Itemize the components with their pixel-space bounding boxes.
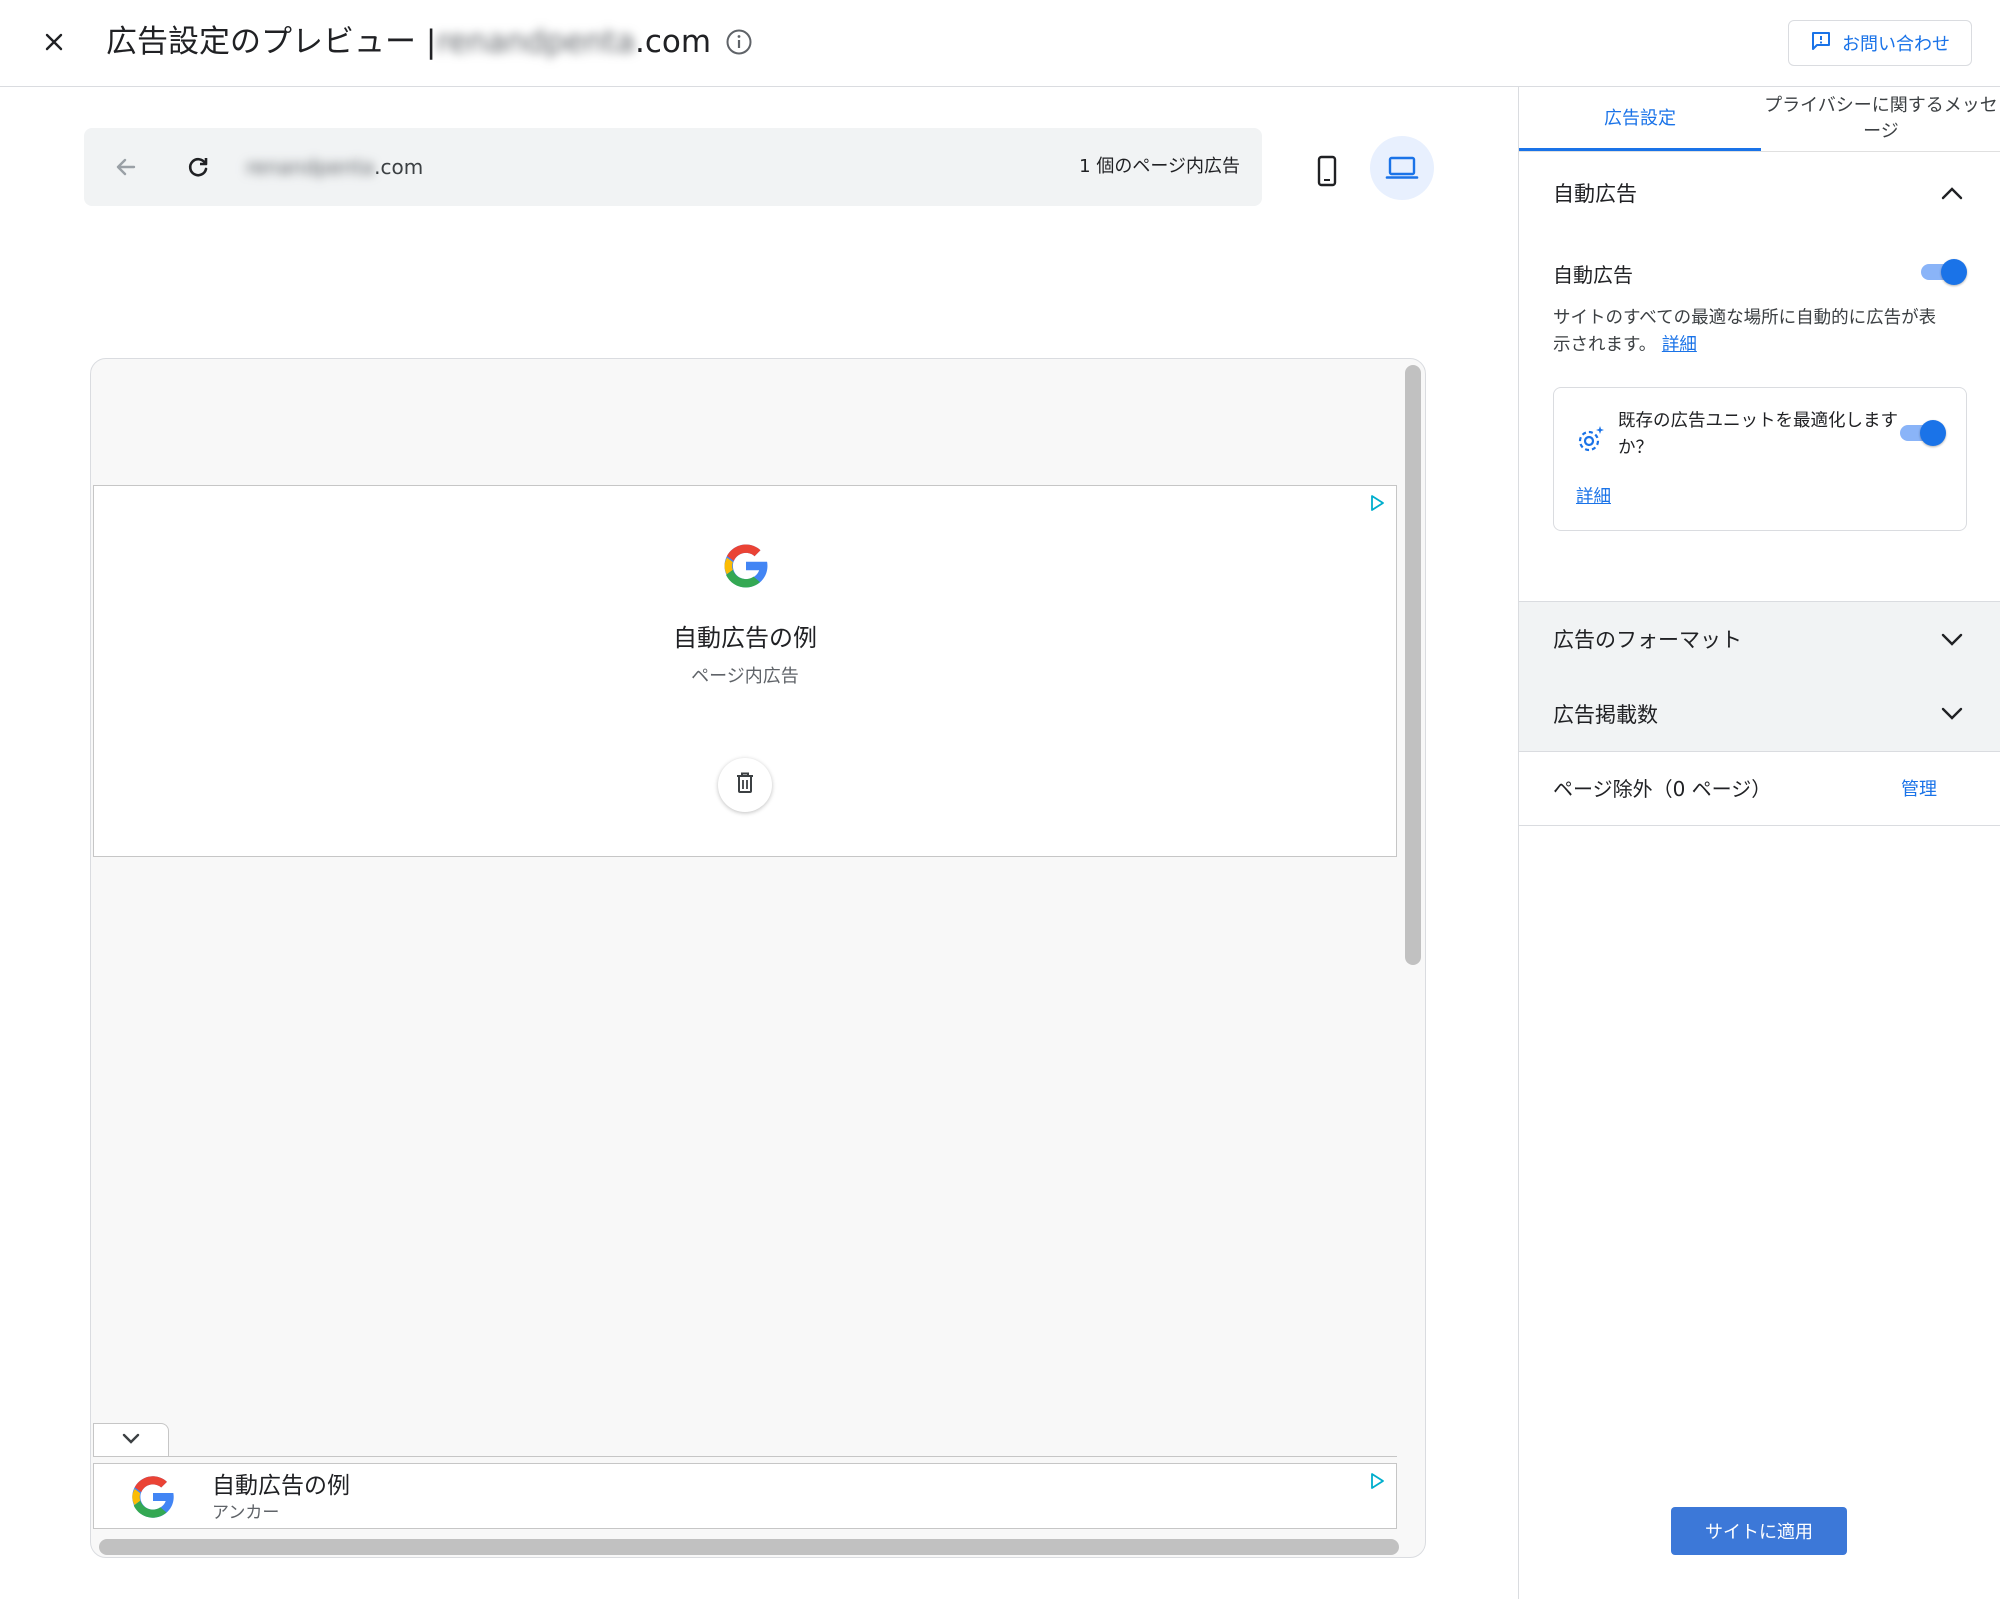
ad-count: 1 個のページ内広告 bbox=[1079, 156, 1240, 177]
reload-icon[interactable] bbox=[178, 147, 218, 187]
anchor-divider bbox=[93, 1456, 1397, 1457]
inpage-ad-subtitle: ページ内広告 bbox=[691, 666, 799, 687]
trash-icon bbox=[734, 771, 756, 799]
page-exclusions-row: ページ除外（0 ページ） 管理 bbox=[1519, 751, 2000, 826]
tab-ad-settings[interactable]: 広告設定 bbox=[1519, 87, 1761, 151]
toggle-knob bbox=[1941, 259, 1967, 285]
toggle-knob bbox=[1920, 420, 1946, 446]
url-blurred: renandpenta bbox=[246, 155, 375, 179]
panel-tabs: 広告設定 プライバシーに関するメッセージ bbox=[1519, 87, 2000, 152]
inpage-ad-title: 自動広告の例 bbox=[673, 624, 817, 652]
optimize-ad-units-box: 既存の広告ユニットを最適化しますか？ 詳細 bbox=[1553, 387, 1967, 531]
title-domain-suffix: .com bbox=[634, 24, 712, 60]
anchor-collapse-button[interactable] bbox=[93, 1423, 169, 1457]
mobile-device-icon[interactable] bbox=[1300, 144, 1354, 198]
feedback-icon bbox=[1810, 30, 1832, 57]
inpage-ad-example: 自動広告の例 ページ内広告 bbox=[93, 485, 1397, 857]
url-suffix: .com bbox=[374, 155, 424, 179]
horizontal-scrollbar[interactable] bbox=[99, 1539, 1399, 1555]
page-title: 広告設定のプレビュー | renandpenta .com bbox=[106, 20, 753, 64]
auto-ads-section-header[interactable]: 自動広告 bbox=[1519, 156, 2000, 230]
optimize-ad-units-text: 既存の広告ユニットを最適化しますか？ bbox=[1618, 411, 1898, 458]
adchoices-icon[interactable] bbox=[1368, 1472, 1386, 1494]
settings-panel: 広告設定 プライバシーに関するメッセージ 自動広告 自動広告 サイトのすべての最… bbox=[1518, 87, 2000, 1599]
delete-ad-button[interactable] bbox=[718, 758, 772, 812]
adchoices-icon[interactable] bbox=[1368, 494, 1386, 516]
contact-label: お問い合わせ bbox=[1842, 34, 1950, 55]
google-logo-icon bbox=[718, 538, 774, 598]
page-exclusions-label: ページ除外（0 ページ） bbox=[1553, 777, 1772, 801]
info-icon[interactable] bbox=[725, 28, 753, 56]
anchor-ad-subtitle: アンカー bbox=[212, 1503, 280, 1523]
ad-load-section-header[interactable]: 広告掲載数 bbox=[1519, 676, 2000, 752]
vertical-scrollbar[interactable] bbox=[1405, 365, 1421, 965]
auto-ads-toggle-label: 自動広告 bbox=[1553, 263, 1633, 287]
ad-formats-heading: 広告のフォーマット bbox=[1553, 628, 1742, 652]
ad-formats-section-header[interactable]: 広告のフォーマット bbox=[1519, 601, 2000, 677]
tab-privacy-messages[interactable]: プライバシーに関するメッセージ bbox=[1761, 87, 2000, 151]
google-logo-icon bbox=[126, 1470, 180, 1528]
anchor-ad-example: 自動広告の例 アンカー bbox=[93, 1463, 1397, 1529]
optimize-details-link[interactable]: 詳細 bbox=[1576, 484, 1611, 510]
contact-button[interactable]: お問い合わせ bbox=[1788, 20, 1972, 66]
chevron-down-icon bbox=[1937, 698, 1967, 728]
top-bar: 広告設定のプレビュー | renandpenta .com お問い合わせ bbox=[0, 0, 2000, 87]
title-prefix: 広告設定のプレビュー | bbox=[106, 24, 437, 60]
optimize-ad-units-toggle[interactable] bbox=[1898, 418, 1948, 448]
manage-exclusions-link[interactable]: 管理 bbox=[1901, 775, 1937, 801]
chevron-up-icon bbox=[1937, 178, 1967, 208]
auto-ads-details-link[interactable]: 詳細 bbox=[1662, 335, 1697, 355]
chevron-down-icon bbox=[120, 1431, 142, 1450]
auto-ads-heading: 自動広告 bbox=[1553, 182, 1637, 206]
site-preview-frame: 自動広告の例 ページ内広告 自動広告の例 アンカー bbox=[90, 358, 1426, 1558]
auto-optimize-gear-icon bbox=[1576, 424, 1606, 458]
tabs-divider bbox=[1519, 151, 2000, 152]
apply-to-site-button[interactable]: サイトに適用 bbox=[1671, 1507, 1847, 1555]
close-icon[interactable] bbox=[34, 22, 74, 62]
preview-url-bar: renandpenta.com 1 個のページ内広告 bbox=[84, 128, 1262, 206]
ad-load-heading: 広告掲載数 bbox=[1553, 702, 1658, 727]
title-domain-blurred: renandpenta bbox=[436, 24, 635, 60]
chevron-down-icon bbox=[1937, 624, 1967, 654]
preview-url: renandpenta.com bbox=[246, 152, 423, 182]
auto-ads-toggle[interactable] bbox=[1919, 257, 1969, 287]
desktop-device-icon[interactable] bbox=[1370, 136, 1434, 200]
auto-ads-description: サイトのすべての最適な場所に自動的に広告が表示されます。 詳細 bbox=[1553, 305, 1953, 359]
back-arrow-icon[interactable] bbox=[106, 147, 146, 187]
auto-ads-description-text: サイトのすべての最適な場所に自動的に広告が表示されます。 bbox=[1553, 308, 1937, 355]
anchor-ad-title: 自動広告の例 bbox=[212, 1473, 350, 1499]
